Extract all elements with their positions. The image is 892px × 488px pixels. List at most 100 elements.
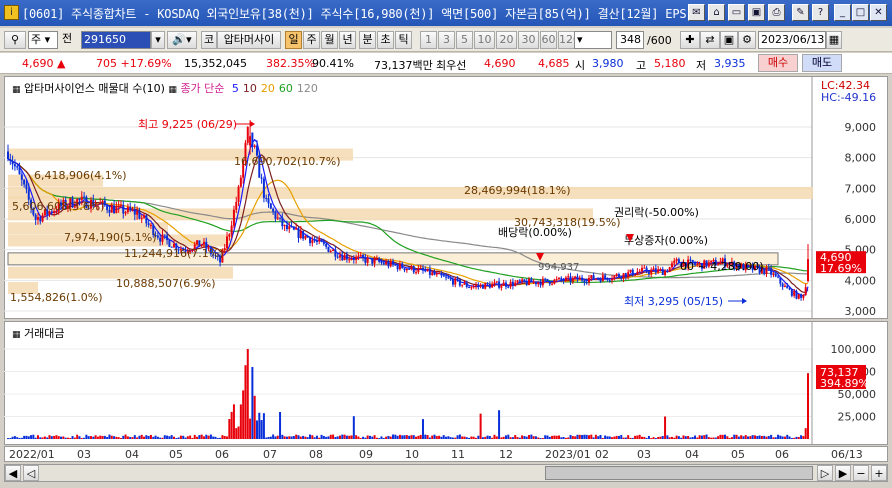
volume-bar [62, 436, 65, 439]
code-dropdown-icon[interactable]: ▾ [151, 31, 165, 49]
stock-search-icon[interactable]: ⚲ [4, 31, 26, 49]
minute-tab-3[interactable]: 3 [438, 31, 455, 49]
minute-tab-1[interactable]: 1 [420, 31, 437, 49]
save-icon[interactable]: ▣ [720, 31, 738, 49]
volume-bar [597, 436, 600, 439]
volume-bar [175, 438, 178, 440]
candle-body [454, 278, 457, 285]
candle-body [375, 258, 378, 260]
stock-name-button[interactable]: 압타머사이 [217, 31, 281, 49]
scroll-end-icon[interactable]: ▶ [835, 465, 851, 481]
minute-tab-20[interactable]: 20 [496, 31, 517, 49]
volume-bar [66, 437, 69, 439]
period-tab-5[interactable]: 초 [377, 31, 394, 49]
link-icon[interactable]: ✉ [688, 4, 705, 21]
print-icon[interactable]: ⎙ [768, 4, 785, 21]
minute-tab-30[interactable]: 30 [518, 31, 539, 49]
volume-bar [373, 435, 376, 439]
candle-body [514, 282, 517, 287]
volume-bar [276, 435, 279, 439]
period-tab-4[interactable]: 분 [359, 31, 376, 49]
volume-profile-label: 10,888,507(6.9%) [116, 277, 216, 290]
chart-type-select[interactable]: ▾ [574, 31, 612, 49]
candle-body [348, 259, 351, 261]
help-icon[interactable]: ? [812, 4, 829, 21]
volume-bar [724, 434, 727, 439]
volume-bar [511, 437, 514, 439]
period-tab-3[interactable]: 년 [339, 31, 356, 49]
volume-bar [232, 404, 235, 439]
tool-icon[interactable]: ✎ [792, 4, 809, 21]
maximize-button[interactable]: □ [852, 4, 869, 21]
candle-body [272, 208, 275, 212]
candle-body [408, 268, 411, 270]
volume-bar [415, 436, 418, 439]
period-tab-2[interactable]: 월 [321, 31, 338, 49]
volume-bar [182, 435, 185, 439]
date-input[interactable]: 2023/06/13 [758, 31, 826, 49]
speaker-button[interactable]: 🔊▾ [167, 31, 197, 49]
period-tab-0[interactable]: 일 [285, 31, 302, 49]
candle-body [378, 258, 381, 262]
volume-bar [493, 434, 496, 439]
volume-bar [793, 437, 796, 439]
candle-body [415, 272, 418, 274]
volume-bar [470, 436, 473, 439]
price-chart[interactable]: 9,0008,0007,0006,0005,0004,0003,00016,69… [4, 76, 888, 319]
period-tab-1[interactable]: 주 [303, 31, 320, 49]
candle-body [371, 257, 374, 264]
restore-icon[interactable]: ▭ [728, 4, 745, 21]
scroll-left-icon[interactable]: ◀ [5, 465, 21, 481]
crosshair-icon[interactable]: ✚ [680, 31, 700, 49]
volume-bar [585, 434, 588, 439]
volume-bar [295, 434, 298, 439]
volume-bar [313, 437, 316, 439]
candle-body [560, 277, 563, 280]
zoom-out-icon[interactable]: − [853, 465, 869, 481]
volume-bar [447, 436, 450, 439]
candle-body [576, 276, 579, 280]
code-input[interactable]: 291650 [81, 31, 151, 49]
volume-chart[interactable]: 100,00075,00050,00025,00073,137394.89% [4, 321, 888, 445]
candle-body [546, 278, 549, 282]
market-select[interactable]: 주 ▾ [28, 31, 58, 49]
volume-bar [514, 435, 517, 439]
chart-scrollbar[interactable]: ◀ ◁ ▷ ▶ − + [4, 464, 888, 482]
candle-body [419, 267, 422, 269]
candle-body [763, 268, 766, 274]
buy-button[interactable]: 매수 [758, 54, 798, 72]
scale-icon[interactable]: ⇄ [700, 31, 720, 49]
zoom-in-icon[interactable]: + [871, 465, 887, 481]
volume-bar [87, 436, 90, 439]
count-input[interactable]: 348 [616, 31, 644, 49]
candle-body [106, 205, 109, 210]
layout-icon[interactable]: ▣ [748, 4, 765, 21]
volume-bar [216, 437, 219, 439]
settings-icon[interactable]: ⚙ [738, 31, 756, 49]
home-icon[interactable]: ⌂ [708, 4, 725, 21]
close-button[interactable]: ✕ [870, 4, 887, 21]
minute-tab-5[interactable]: 5 [456, 31, 473, 49]
volume-bar [207, 435, 210, 439]
minimize-button[interactable]: _ [834, 4, 851, 21]
volume-bar [129, 436, 132, 439]
volume-bar [680, 437, 683, 439]
period-tab-6[interactable]: 틱 [395, 31, 412, 49]
volume-bar [396, 435, 399, 439]
calendar-icon[interactable]: ▦ [826, 31, 842, 49]
volume-bar [140, 434, 143, 439]
candle-body [267, 198, 270, 204]
scroll-right-icon[interactable]: ▷ [817, 465, 833, 481]
candle-body [403, 268, 406, 271]
minute-tab-10[interactable]: 10 [474, 31, 495, 49]
scroll-left2-icon[interactable]: ◁ [23, 465, 39, 481]
volume-bar [523, 436, 526, 439]
x-axis-label: 2023/01 [545, 448, 591, 461]
volume-bar [288, 436, 291, 439]
candle-body [590, 275, 593, 279]
scroll-thumb[interactable] [545, 466, 813, 480]
volume-bar [604, 435, 607, 439]
market-button[interactable]: 코 [201, 31, 217, 49]
sell-button[interactable]: 매도 [802, 54, 842, 72]
minute-tab-60[interactable]: 60 [540, 31, 557, 49]
